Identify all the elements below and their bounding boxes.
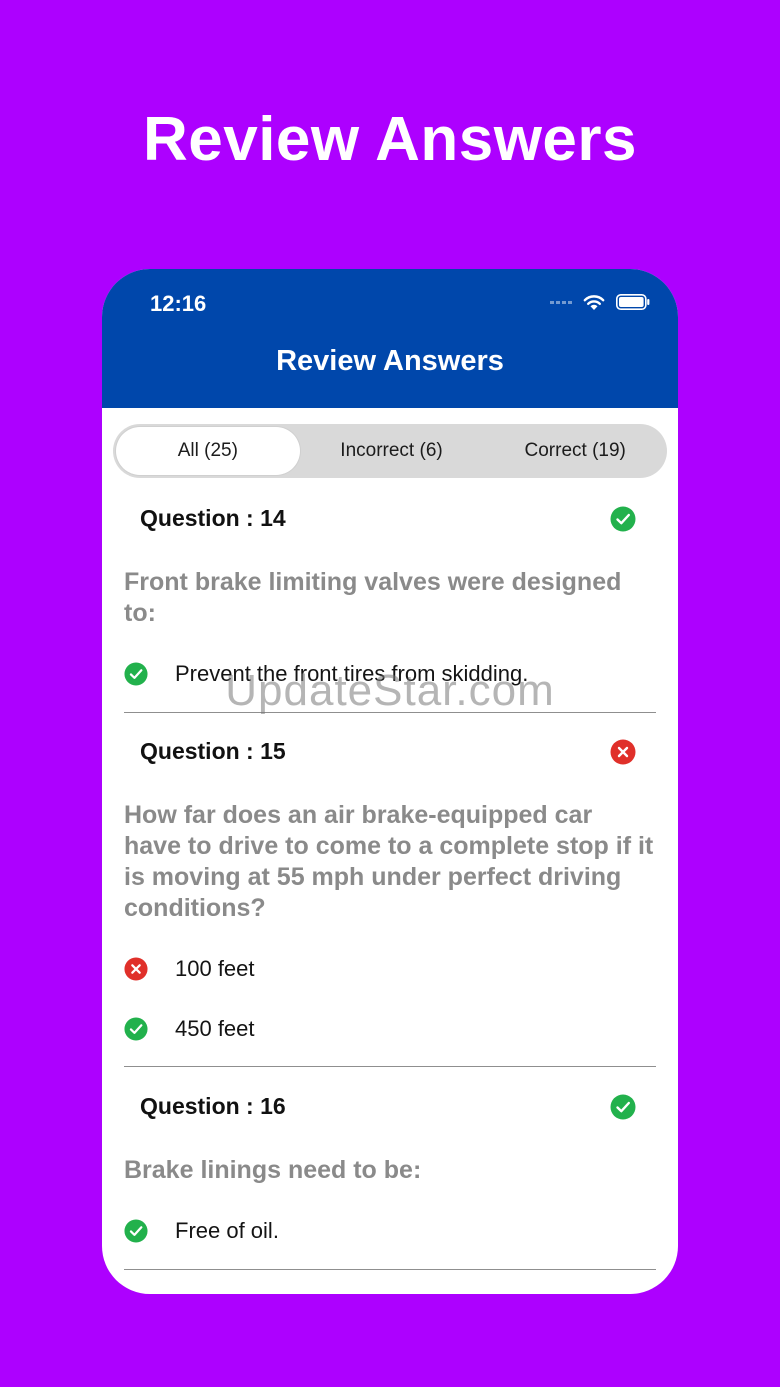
- watermark-text: UpdateStar.com: [225, 666, 555, 715]
- battery-icon: [616, 294, 650, 310]
- correct-check-icon: [124, 1017, 148, 1041]
- status-time: 12:16: [150, 291, 207, 316]
- correct-check-icon: [610, 506, 636, 532]
- tab-all[interactable]: All (25): [116, 427, 300, 475]
- question-number: Question : 15: [140, 738, 286, 764]
- correct-check-icon: [610, 1094, 636, 1120]
- answer-item: Free of oil.: [124, 1218, 279, 1244]
- app-header: 12:16 Review Answers: [102, 269, 678, 408]
- incorrect-x-icon: [610, 739, 636, 765]
- tab-correct[interactable]: Correct (19): [483, 427, 667, 475]
- answer-text: 100 feet: [175, 956, 255, 981]
- incorrect-x-icon: [124, 957, 148, 981]
- question-number: Question : 16: [140, 1093, 286, 1119]
- divider: [124, 1066, 656, 1067]
- question-text: How far does an air brake-equipped car h…: [124, 801, 654, 922]
- promo-title: Review Answers: [142, 105, 638, 174]
- signal-icon: [548, 300, 572, 304]
- status-icons: [548, 293, 650, 311]
- answer-item: 100 feet: [124, 956, 255, 982]
- question-number: Question : 14: [140, 505, 286, 531]
- phone-screen: 12:16 Review Answers All (25) Incorrect …: [102, 269, 678, 1294]
- answer-text: Free of oil.: [175, 1218, 279, 1243]
- answer-text: 450 feet: [175, 1016, 255, 1041]
- tab-incorrect[interactable]: Incorrect (6): [300, 427, 484, 475]
- header-title: Review Answers: [276, 345, 504, 377]
- wifi-icon: [583, 295, 605, 310]
- correct-check-icon: [124, 1219, 148, 1243]
- answer-item: 450 feet: [124, 1016, 255, 1042]
- divider: [124, 1269, 656, 1270]
- filter-tabs: All (25) Incorrect (6) Correct (19): [113, 424, 667, 478]
- question-text: Front brake limiting valves were designe…: [124, 568, 622, 627]
- question-text: Brake linings need to be:: [124, 1156, 422, 1184]
